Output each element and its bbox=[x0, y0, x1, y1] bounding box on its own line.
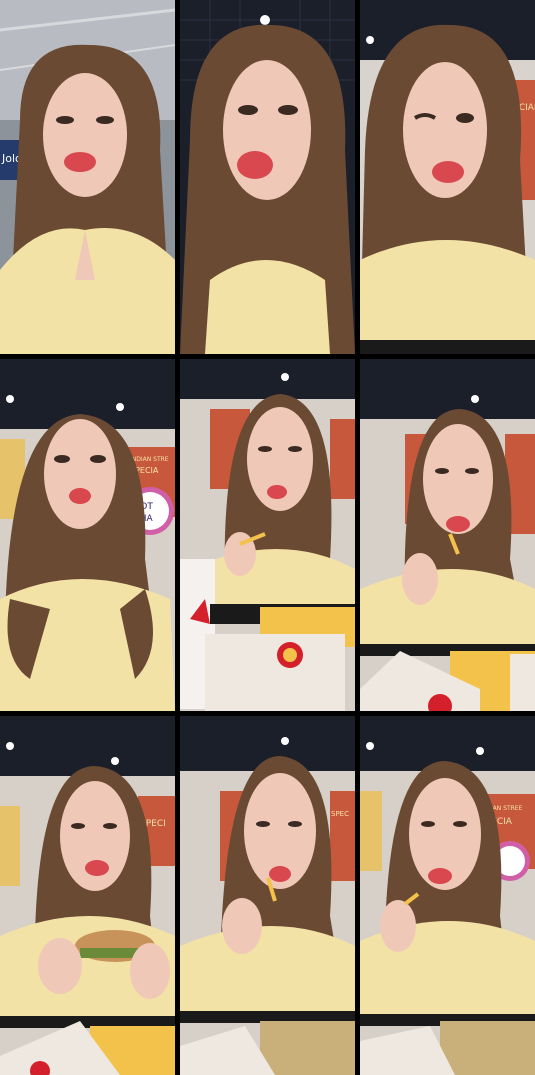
food-poster-text: INDIAN STRE bbox=[130, 456, 169, 463]
frame-7-scene: SPECI bbox=[0, 716, 175, 1075]
frame-9-scene: INDIAN STREE SPECIA bbox=[360, 716, 535, 1075]
photo-frame-9: INDIAN STREE SPECIA bbox=[360, 716, 535, 1075]
frame-2-scene bbox=[180, 0, 355, 354]
photo-frame-3: SPECIAL bbox=[360, 0, 535, 354]
frame-8-scene: SPEC bbox=[180, 716, 355, 1075]
frame-3-scene: SPECIAL bbox=[360, 0, 535, 354]
frame-6-scene bbox=[360, 359, 535, 711]
frame-1-scene: Jolome bbox=[0, 0, 175, 354]
frame-4-scene: INDIAN STRE SPECIA ROT SHA bbox=[0, 359, 175, 711]
photo-collage: Jolome bbox=[0, 0, 535, 1075]
photo-frame-4: INDIAN STRE SPECIA ROT SHA bbox=[0, 359, 175, 711]
food-poster-text: SPEC bbox=[331, 810, 349, 818]
food-bag bbox=[205, 634, 345, 711]
frame-5-scene bbox=[180, 359, 355, 711]
photo-frame-7: SPECI bbox=[0, 716, 175, 1075]
photo-frame-1: Jolome bbox=[0, 0, 175, 354]
photo-frame-5 bbox=[180, 359, 355, 711]
photo-frame-6 bbox=[360, 359, 535, 711]
photo-frame-2 bbox=[180, 0, 355, 354]
photo-frame-8: SPEC bbox=[180, 716, 355, 1075]
salad bbox=[440, 1021, 535, 1075]
salad bbox=[260, 1021, 355, 1075]
